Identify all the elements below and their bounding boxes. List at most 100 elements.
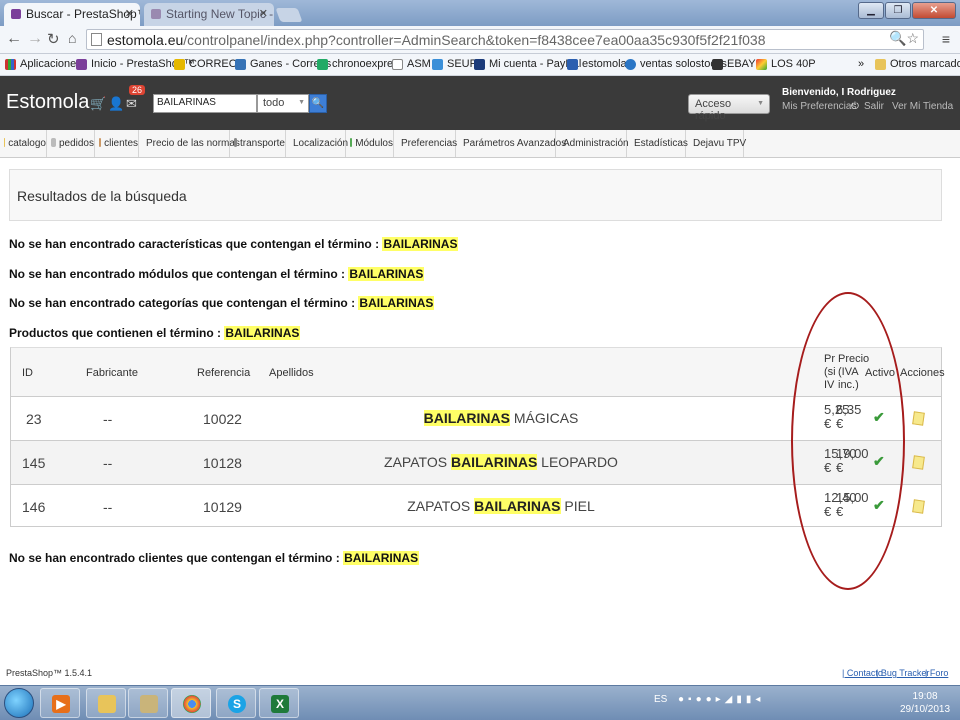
search-term: BAILARINAS xyxy=(348,267,425,281)
preferences-link[interactable]: Mis Preferencias xyxy=(782,101,856,112)
start-button[interactable] xyxy=(4,688,34,718)
minimize-button[interactable]: ▁ xyxy=(858,2,884,19)
row-reference: 10022 xyxy=(203,411,242,427)
taskbar: ▶ S X ES ●▪●●▸◢▮▮◂ 19:08 29/10/2013 xyxy=(0,685,960,720)
column-manufacturer[interactable]: Fabricante xyxy=(86,367,138,379)
close-tab-icon[interactable]: ✕ xyxy=(259,7,268,20)
search-icon: 🔍 xyxy=(311,98,325,109)
bookmark-item[interactable]: EBAY xyxy=(712,58,756,70)
search-button[interactable]: 🔍 xyxy=(309,94,327,113)
edit-icon[interactable] xyxy=(912,411,925,426)
menu-localizacion[interactable]: Localización xyxy=(286,130,348,157)
menu-transporte[interactable]: transporte xyxy=(230,130,286,157)
search-input[interactable]: BAILARINAS xyxy=(153,94,257,113)
clock[interactable]: 19:08 29/10/2013 xyxy=(900,690,950,716)
folder-icon xyxy=(875,58,886,70)
back-icon[interactable]: ← xyxy=(6,30,22,48)
admin-menu: catalogo pedidos clientes Precio de las … xyxy=(0,130,960,158)
new-tab-button[interactable] xyxy=(275,8,303,22)
home-icon[interactable]: ⌂ xyxy=(68,30,76,46)
truck-icon xyxy=(234,138,237,147)
row-product-name[interactable]: BAILARINAS MÁGICAS xyxy=(261,410,741,426)
restore-button[interactable]: ❐ xyxy=(885,2,911,19)
row-reference: 10129 xyxy=(203,499,242,515)
edit-icon[interactable] xyxy=(912,455,925,470)
bookmarks-overflow[interactable]: » xyxy=(858,58,864,70)
forum-link[interactable]: | Foro xyxy=(925,668,948,678)
url-toolbar: ← → ↻ ⌂ estomola.eu/controlpanel/index.p… xyxy=(0,26,960,54)
admin-header: Estomola 🛒 👤 ✉ 26 BAILARINAS todo 🔍 Acce… xyxy=(0,76,960,130)
menu-catalogo[interactable]: catalogo xyxy=(0,130,47,157)
row-id: 23 xyxy=(26,411,42,427)
menu-preferencias[interactable]: Preferencias xyxy=(394,130,457,157)
close-window-button[interactable]: ✕ xyxy=(912,2,956,19)
results-panel: Resultados de la búsqueda xyxy=(9,169,942,221)
url-host: estomola.eu xyxy=(107,32,184,48)
categories-message: No se han encontrado categorías que cont… xyxy=(9,296,435,310)
zoom-star-icons[interactable]: 🔍☆ xyxy=(889,30,919,47)
close-tab-icon[interactable]: ✕ xyxy=(125,7,134,20)
column-id[interactable]: ID xyxy=(22,367,33,379)
view-shop-link[interactable]: Ver Mi Tienda xyxy=(892,101,953,112)
message-icon[interactable]: ✉ xyxy=(126,96,137,112)
menu-clientes[interactable]: clientes xyxy=(95,130,139,157)
row-id: 146 xyxy=(22,499,46,515)
tab-title: Buscar - PrestaShop™ xyxy=(26,7,140,21)
bookmark-item[interactable]: chronoexpres xyxy=(317,58,399,70)
tab-new-topic[interactable]: Starting New Topic - Pres ✕ xyxy=(144,3,274,26)
column-reference[interactable]: Referencia xyxy=(197,367,250,379)
reload-icon[interactable]: ↻ xyxy=(47,30,60,48)
language-indicator[interactable]: ES xyxy=(654,694,667,705)
row-manufacturer: -- xyxy=(103,499,113,515)
row-product-name[interactable]: ZAPATOS BAILARINAS LEOPARDO xyxy=(261,454,741,470)
menu-icon[interactable]: ≡ xyxy=(942,31,950,47)
bookmark-folder[interactable]: Otros marcadores xyxy=(875,58,960,70)
menu-precio-normas[interactable]: Precio de las normas xyxy=(139,130,240,157)
column-name[interactable]: Apellidos xyxy=(269,367,314,379)
menu-administracion[interactable]: Administración xyxy=(556,130,629,157)
taskbar-media-player[interactable]: ▶ xyxy=(40,688,80,718)
edit-icon[interactable] xyxy=(912,499,925,514)
bookmark-item[interactable]: estomola xyxy=(567,58,627,70)
quick-access-select[interactable]: Acceso rápido xyxy=(688,94,770,122)
taskbar-files[interactable] xyxy=(128,688,168,718)
forward-icon[interactable]: → xyxy=(27,30,43,48)
bookmark-item[interactable]: Aplicaciones xyxy=(5,58,82,70)
tray-icons[interactable]: ●▪●●▸◢▮▮◂ xyxy=(678,694,764,705)
cart-icon[interactable]: 🛒 xyxy=(90,96,106,112)
bug-tracker-link[interactable]: | Bug Tracker xyxy=(876,668,929,678)
address-bar[interactable]: estomola.eu/controlpanel/index.php?contr… xyxy=(86,29,924,50)
bookmark-item[interactable]: LOS 40P xyxy=(756,58,816,70)
logout-link[interactable]: Salir xyxy=(864,101,884,112)
menu-pedidos[interactable]: pedidos xyxy=(47,130,95,157)
bookmark-item[interactable]: SEUR xyxy=(432,58,478,70)
shop-brand[interactable]: Estomola xyxy=(6,91,89,114)
annotation-oval xyxy=(791,292,905,590)
orders-icon xyxy=(51,138,56,147)
taskbar-excel[interactable]: X xyxy=(259,688,299,718)
row-product-name[interactable]: ZAPATOS BAILARINAS PIEL xyxy=(261,498,741,514)
taskbar-chrome[interactable] xyxy=(171,688,211,718)
bookmark-item[interactable]: Mi cuenta - PayPal xyxy=(474,58,581,70)
excel-icon: X xyxy=(271,695,289,713)
prestashop-icon xyxy=(151,9,161,19)
menu-dejavu-tpv[interactable]: Dejavu TPV xyxy=(686,130,746,157)
folder-icon xyxy=(4,138,6,147)
customer-icon[interactable]: 👤 xyxy=(108,96,124,112)
bookmark-item[interactable]: ASM xyxy=(392,58,431,70)
seur-icon xyxy=(432,58,443,70)
puzzle-icon xyxy=(350,138,353,147)
row-reference: 10128 xyxy=(203,455,242,471)
apps-icon xyxy=(5,58,16,70)
search-term: BAILARINAS xyxy=(358,296,435,310)
tab-buscar[interactable]: Buscar - PrestaShop™ ✕ xyxy=(4,3,140,26)
notification-badge: 26 xyxy=(129,85,146,95)
taskbar-skype[interactable]: S xyxy=(216,688,256,718)
menu-estadisticas[interactable]: Estadísticas xyxy=(627,130,688,157)
menu-parametros-avanzados[interactable]: Parámetros Avanzados xyxy=(456,130,566,157)
search-scope-select[interactable]: todo xyxy=(257,94,309,113)
chronoexpres-icon xyxy=(317,58,328,70)
taskbar-explorer[interactable] xyxy=(86,688,126,718)
menu-modulos[interactable]: Módulos xyxy=(346,130,394,157)
skype-icon: S xyxy=(228,695,246,713)
